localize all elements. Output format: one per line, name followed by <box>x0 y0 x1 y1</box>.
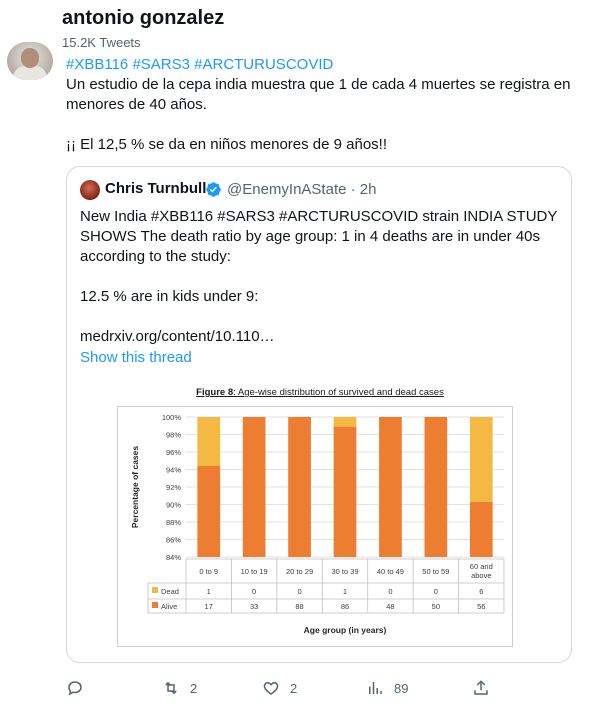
data-label-alive: 88 <box>295 602 303 611</box>
x-tick-label: 30 to 39 <box>331 567 358 576</box>
reply-button[interactable] <box>66 677 94 699</box>
quoted-handle-time[interactable]: @EnemyInAState · 2h <box>227 181 376 198</box>
bar-alive <box>379 417 402 557</box>
views-count: 89 <box>394 680 409 696</box>
y-tick-label: 92% <box>166 483 181 492</box>
retweet-count: 2 <box>190 680 198 696</box>
y-tick-label: 100% <box>162 413 182 422</box>
data-label-dead: 1 <box>207 587 211 596</box>
data-label-dead: 0 <box>252 587 256 596</box>
y-tick-label: 84% <box>166 553 181 562</box>
quoted-avatar[interactable] <box>80 180 100 200</box>
tweet-line: ¡¡ El 12,5 % se da en niños menores de 9… <box>66 136 388 153</box>
y-tick-label: 86% <box>166 536 181 545</box>
data-label-dead: 0 <box>434 587 438 596</box>
bar-dead <box>469 417 493 502</box>
quoted-text: New India #XBB116 #SARS3 #ARCTURUSCOVID … <box>80 207 560 347</box>
y-tick-label: 90% <box>166 501 181 510</box>
views-button[interactable]: 89 <box>366 677 408 699</box>
retweet-button[interactable]: 2 <box>162 677 197 699</box>
retweet-icon <box>165 681 177 695</box>
show-thread-link[interactable]: Show this thread <box>80 349 192 366</box>
profile-name[interactable]: antonio gonzalez <box>62 7 224 30</box>
bar-dead <box>197 417 221 466</box>
tweet-count: 15.2K Tweets <box>62 35 141 50</box>
tweet-line: menores de 40 años. <box>66 96 207 113</box>
share-button[interactable] <box>472 677 490 699</box>
tweet-body: #XBB116 #SARS3 #ARCTURUSCOVID Un estudio… <box>66 55 576 155</box>
legend-swatch-dead <box>152 587 158 593</box>
x-tick-label: 0 to 9 <box>199 567 218 576</box>
views-icon <box>369 682 382 694</box>
quoted-tweet[interactable]: Chris Turnbull @EnemyInAState · 2h New I… <box>66 166 572 663</box>
data-label-dead: 0 <box>297 587 301 596</box>
legend-label-alive: Alive <box>161 602 177 611</box>
bar-alive <box>469 501 493 557</box>
y-axis-title: Percentage of cases <box>130 446 140 528</box>
data-label-alive: 50 <box>432 602 440 611</box>
chart-frame: 84% 86% 88% 90% 92% 94% 96% 98% 100% 0 to 9 1 17 10 … <box>117 406 513 647</box>
x-tick-label: 20 to 29 <box>286 567 313 576</box>
bar-alive <box>288 417 311 557</box>
quoted-line: New India #XBB116 #SARS3 #ARCTURUSCOVID … <box>80 208 558 225</box>
figure-title-rest: : Age-wise distribution of survived and … <box>233 387 444 398</box>
tweet-actions: 2 2 89 <box>0 672 592 704</box>
figure-title-bold: Figure 8 <box>196 387 234 398</box>
data-label-alive: 17 <box>205 602 213 611</box>
y-tick-label: 94% <box>166 466 181 475</box>
data-label-dead: 1 <box>343 587 347 596</box>
heart-icon <box>263 681 279 695</box>
reply-icon <box>68 681 82 696</box>
data-label-alive: 86 <box>341 602 349 611</box>
y-tick-label: 88% <box>166 518 181 527</box>
bar-alive <box>197 466 221 557</box>
bar-dead <box>333 417 357 427</box>
share-icon <box>474 680 488 695</box>
data-label-dead: 6 <box>479 587 483 596</box>
x-tick-label: 40 to 49 <box>377 567 404 576</box>
y-tick-label: 96% <box>166 448 181 457</box>
legend-label-dead: Dead <box>161 587 179 596</box>
bar-chart: 84% 86% 88% 90% 92% 94% 96% 98% 100% 0 to 9 1 17 10 … <box>130 413 505 635</box>
legend-swatch-alive <box>152 602 158 608</box>
like-button[interactable]: 2 <box>262 677 297 699</box>
quoted-line: SHOWS The death ratio by age group: 1 in… <box>80 228 541 245</box>
quoted-link[interactable]: medrxiv.org/content/10.110… <box>80 327 560 347</box>
quoted-author-name[interactable]: Chris Turnbull <box>105 180 206 197</box>
data-label-alive: 56 <box>477 602 485 611</box>
verified-badge-icon <box>206 182 221 197</box>
data-label-alive: 48 <box>386 602 394 611</box>
avatar[interactable] <box>7 42 53 80</box>
profile-header: antonio gonzalez 15.2K Tweets <box>0 0 592 50</box>
x-tick-label: 60 and <box>470 562 493 571</box>
y-tick-label: 98% <box>166 431 181 440</box>
data-label-alive: 33 <box>250 602 258 611</box>
tweet-line: Un estudio de la cepa india muestra que … <box>66 76 571 93</box>
tweet-hashtags[interactable]: #XBB116 #SARS3 #ARCTURUSCOVID <box>66 55 576 75</box>
bar-alive <box>242 417 266 557</box>
quoted-line: according to the study: <box>80 248 231 265</box>
like-count: 2 <box>290 680 298 696</box>
x-tick-label: above <box>471 571 491 580</box>
figure-title: Figure 8: Age-wise distribution of survi… <box>80 387 560 398</box>
x-tick-label: 10 to 19 <box>241 567 268 576</box>
bar-alive <box>424 417 448 557</box>
x-tick-label: 50 to 59 <box>422 567 449 576</box>
bar-alive <box>333 426 357 557</box>
data-label-dead: 0 <box>388 587 392 596</box>
quoted-line: 12.5 % are in kids under 9: <box>80 288 259 305</box>
figure-image[interactable]: Figure 8: Age-wise distribution of survi… <box>80 375 560 655</box>
x-axis-title: Age group (in years) <box>304 625 387 635</box>
